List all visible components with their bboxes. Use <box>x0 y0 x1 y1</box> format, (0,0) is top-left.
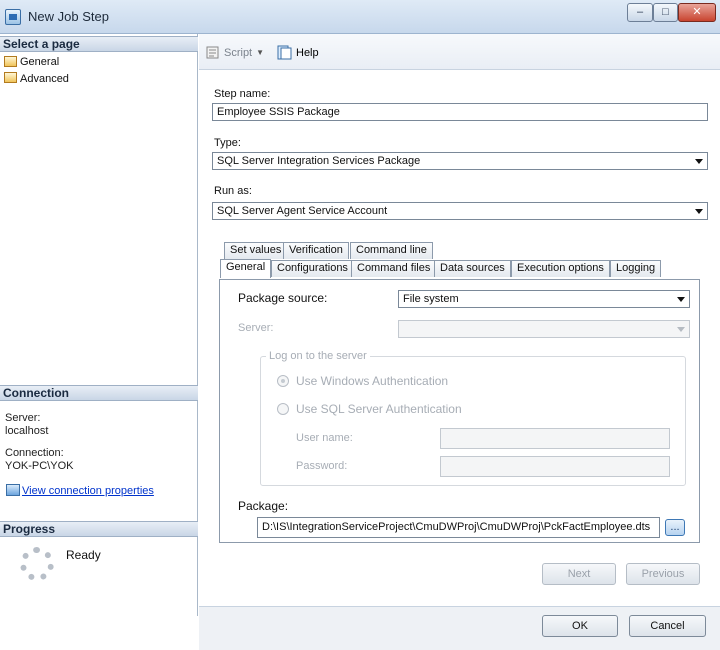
server-field-label: Server: <box>238 322 274 334</box>
connection-value: YOK-PC\YOK <box>5 460 74 472</box>
tab-logging[interactable]: Logging <box>610 260 662 277</box>
next-button: Next <box>542 563 616 585</box>
script-button[interactable]: Script ▼ <box>205 45 264 60</box>
server-value: localhost <box>5 425 49 437</box>
help-label: Help <box>296 46 319 59</box>
browse-button[interactable]: ... <box>665 519 685 536</box>
close-button[interactable]: ✕ <box>678 3 716 22</box>
chevron-down-icon <box>677 297 685 302</box>
tab-data-sources[interactable]: Data sources <box>434 260 511 277</box>
sql-auth-radio <box>277 403 289 415</box>
previous-button: Previous <box>626 563 700 585</box>
run-as-select[interactable]: SQL Server Agent Service Account <box>212 202 708 220</box>
chevron-down-icon <box>695 159 703 164</box>
tab-general[interactable]: General <box>220 259 272 278</box>
window-icon <box>5 9 21 25</box>
progress-status: Ready <box>66 548 101 562</box>
script-dropdown-icon[interactable]: ▼ <box>256 48 264 57</box>
window-title: New Job Step <box>28 9 109 24</box>
script-label: Script <box>224 46 253 59</box>
step-name-input[interactable]: Employee SSIS Package <box>212 103 708 121</box>
type-select[interactable]: SQL Server Integration Services Package <box>212 152 708 170</box>
windows-auth-label: Use Windows Authentication <box>296 374 449 388</box>
progress-header: Progress <box>0 521 198 537</box>
step-name-label: Step name: <box>214 88 271 100</box>
view-connection-properties-link[interactable]: View connection properties <box>22 485 154 497</box>
tab-command-files[interactable]: Command files <box>351 260 437 277</box>
package-path-input[interactable]: D:\IS\IntegrationServiceProject\CmuDWPro… <box>257 517 660 538</box>
server-label: Server: <box>5 412 41 424</box>
type-label: Type: <box>214 137 241 149</box>
connection-label: Connection: <box>5 447 64 459</box>
script-icon <box>206 46 219 59</box>
username-label: User name: <box>296 432 353 444</box>
connection-header: Connection <box>0 385 198 401</box>
title-bar: New Job Step – □ ✕ <box>0 0 720 34</box>
sql-auth-label: Use SQL Server Authentication <box>296 402 462 416</box>
windows-auth-radio <box>277 375 289 387</box>
run-as-label: Run as: <box>214 185 252 197</box>
toolbar: Script ▼ Help <box>199 34 720 70</box>
select-page-header: Select a page <box>0 36 198 52</box>
progress-spinner-icon <box>20 547 54 581</box>
ok-button[interactable]: OK <box>542 615 618 637</box>
package-label: Package: <box>238 499 289 513</box>
tab-command-line[interactable]: Command line <box>350 242 433 259</box>
maximize-button[interactable]: □ <box>653 3 678 22</box>
package-source-label: Package source: <box>238 291 328 305</box>
chevron-down-icon <box>695 209 703 214</box>
page-item-general[interactable]: General <box>20 56 59 68</box>
server-select <box>398 320 690 338</box>
minimize-button[interactable]: – <box>627 3 653 22</box>
tab-configurations[interactable]: Configurations <box>271 260 354 277</box>
connection-properties-icon <box>6 484 20 496</box>
page-advanced-icon <box>4 72 17 83</box>
type-value: SQL Server Integration Services Package <box>217 155 421 167</box>
package-source-value: File system <box>403 293 459 305</box>
password-label: Password: <box>296 460 348 472</box>
page-item-advanced[interactable]: Advanced <box>20 73 69 85</box>
run-as-value: SQL Server Agent Service Account <box>217 205 388 217</box>
username-input <box>440 428 670 449</box>
page-general-icon <box>4 56 17 67</box>
tab-verification[interactable]: Verification <box>283 242 349 259</box>
help-icon <box>277 45 292 60</box>
password-input <box>440 456 670 477</box>
tab-execution-options[interactable]: Execution options <box>511 260 610 277</box>
logon-group-label: Log on to the server <box>266 350 370 362</box>
help-button[interactable]: Help <box>277 45 319 60</box>
package-source-select[interactable]: File system <box>398 290 690 308</box>
tab-set-values[interactable]: Set values <box>224 242 288 259</box>
chevron-down-icon <box>677 327 685 332</box>
cancel-button[interactable]: Cancel <box>629 615 706 637</box>
